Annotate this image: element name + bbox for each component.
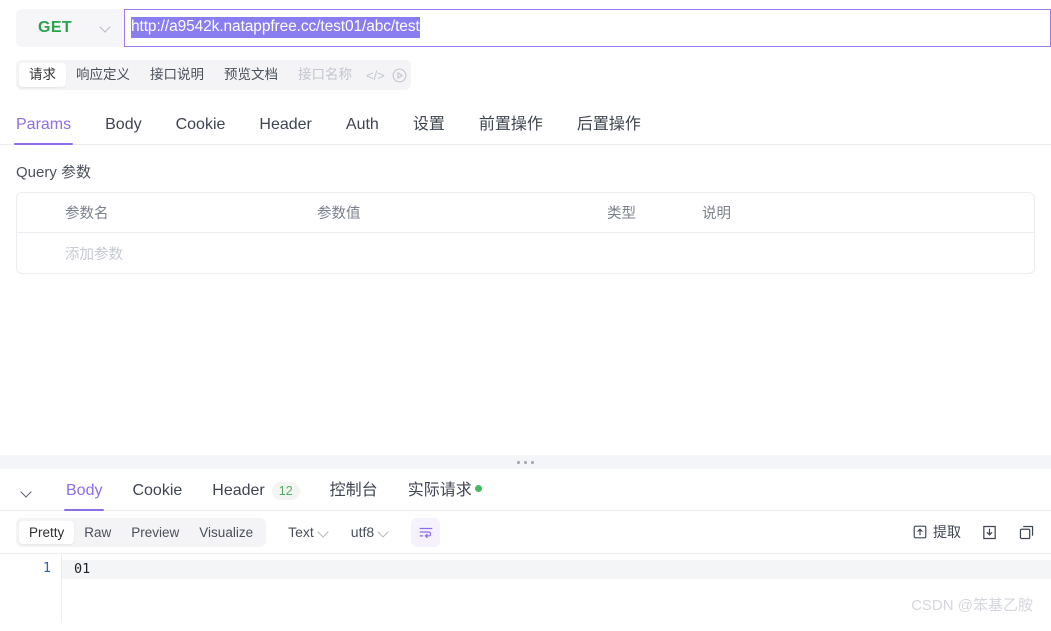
copy-button[interactable] xyxy=(1018,524,1035,541)
extract-label: 提取 xyxy=(933,524,961,540)
response-tab-body[interactable]: Body xyxy=(63,482,105,511)
response-tab-actual-request-label: 实际请求 xyxy=(407,482,472,499)
chevron-down-icon xyxy=(22,488,31,497)
column-header-description: 说明 xyxy=(702,206,731,222)
format-select-value: Text xyxy=(288,524,314,540)
view-raw-button[interactable]: Raw xyxy=(74,521,121,544)
panel-splitter[interactable] xyxy=(0,455,1051,469)
column-header-type: 类型 xyxy=(607,206,636,222)
table-header-row: 参数名 参数值 类型 说明 xyxy=(17,193,1034,233)
collapse-response-button[interactable] xyxy=(16,482,36,502)
word-wrap-toggle[interactable] xyxy=(411,517,441,547)
request-tabbar: Params Body Cookie Header Auth 设置 前置操作 后… xyxy=(0,103,1051,145)
request-segmented-control: 请求 响应定义 接口说明 预览文档 接口名称 </> xyxy=(16,60,411,90)
chevron-down-icon xyxy=(101,22,112,33)
sub-tab-response-def[interactable]: 响应定义 xyxy=(66,63,140,87)
tab-settings[interactable]: 设置 xyxy=(413,110,445,144)
code-icon[interactable]: </> xyxy=(362,68,389,83)
sub-tab-request[interactable]: 请求 xyxy=(19,63,66,87)
download-button[interactable] xyxy=(981,524,998,541)
status-dot-icon xyxy=(474,484,482,492)
response-tabbar: Body Cookie Header 12 控制台 实际请求 xyxy=(0,469,1051,511)
line-number: 1 xyxy=(42,560,51,576)
format-select[interactable]: Text xyxy=(288,524,329,540)
response-tab-body-label: Body xyxy=(66,482,103,499)
clock-run-icon[interactable] xyxy=(391,67,408,84)
tab-params[interactable]: Params xyxy=(13,116,74,145)
view-preview-button[interactable]: Preview xyxy=(121,521,189,544)
url-input-value: http://a9542k.natappfree.cc/test01/abc/t… xyxy=(131,17,420,38)
response-toolbar: Pretty Raw Preview Visualize Text utf8 提… xyxy=(0,511,1051,553)
request-sub-tabbar: 请求 响应定义 接口说明 预览文档 接口名称 </> xyxy=(0,55,1051,95)
tab-pre-script[interactable]: 前置操作 xyxy=(479,110,543,144)
copy-icon xyxy=(1018,524,1035,541)
url-input[interactable]: http://a9542k.natappfree.cc/test01/abc/t… xyxy=(124,8,1051,47)
http-method-selector[interactable]: GET xyxy=(16,8,124,47)
tab-header[interactable]: Header xyxy=(259,116,311,144)
tab-cookie[interactable]: Cookie xyxy=(176,116,226,144)
sub-tab-api-desc[interactable]: 接口说明 xyxy=(140,63,214,87)
add-param-placeholder[interactable]: 添加参数 xyxy=(17,243,317,264)
drag-dots-icon xyxy=(517,460,534,464)
column-header-param-name: 参数名 xyxy=(65,206,109,222)
encoding-select-value: utf8 xyxy=(350,524,375,540)
table-row-add-param[interactable]: 添加参数 xyxy=(17,233,1034,273)
response-tab-cookie-label: Cookie xyxy=(132,482,183,499)
response-body-editor[interactable]: 1 01 CSDN @笨基乙胺 xyxy=(0,553,1051,623)
tab-body[interactable]: Body xyxy=(105,116,141,144)
column-header-param-value: 参数值 xyxy=(317,206,361,222)
response-panel: Body Cookie Header 12 控制台 实际请求 Pretty Ra… xyxy=(0,469,1051,631)
response-view-segmented-control: Pretty Raw Preview Visualize xyxy=(16,517,267,547)
response-tab-header-label: Header xyxy=(212,482,265,499)
response-tab-cookie[interactable]: Cookie xyxy=(132,482,182,510)
header-count-badge: 12 xyxy=(271,482,300,500)
watermark: CSDN @笨基乙胺 xyxy=(911,597,1033,614)
response-tab-header[interactable]: Header 12 xyxy=(212,482,300,510)
tab-auth[interactable]: Auth xyxy=(346,116,379,144)
extract-icon xyxy=(912,524,928,540)
code-line: 01 xyxy=(62,560,1051,579)
view-pretty-button[interactable]: Pretty xyxy=(19,520,75,544)
line-number-gutter: 1 xyxy=(0,554,62,623)
view-visualize-button[interactable]: Visualize xyxy=(189,521,263,544)
word-wrap-icon xyxy=(418,524,434,540)
sub-tab-preview-doc[interactable]: 预览文档 xyxy=(214,63,288,87)
response-body-content[interactable]: 01 CSDN @笨基乙胺 xyxy=(62,554,1051,623)
response-tab-console[interactable]: 控制台 xyxy=(330,476,378,510)
api-name-placeholder: 接口名称 xyxy=(298,67,352,82)
http-method-label: GET xyxy=(38,18,73,36)
chevron-down-icon xyxy=(319,527,329,537)
encoding-select[interactable]: utf8 xyxy=(351,524,389,540)
tab-post-script[interactable]: 后置操作 xyxy=(577,110,641,144)
extract-button[interactable]: 提取 xyxy=(912,522,961,542)
download-icon xyxy=(981,524,998,541)
response-tab-console-label: 控制台 xyxy=(329,482,378,499)
request-url-bar: GET http://a9542k.natappfree.cc/test01/a… xyxy=(0,0,1051,55)
chevron-down-icon xyxy=(379,527,389,537)
query-params-table: 参数名 参数值 类型 说明 添加参数 xyxy=(16,192,1035,274)
query-params-title: Query 参数 xyxy=(16,164,92,181)
response-tab-actual-request[interactable]: 实际请求 xyxy=(408,476,482,510)
